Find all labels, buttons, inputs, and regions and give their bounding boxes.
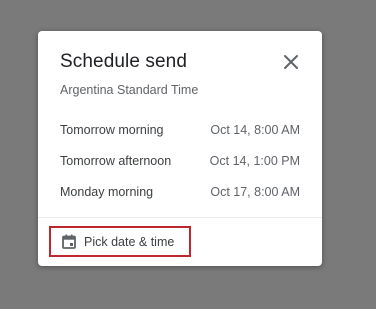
option-datetime: Oct 17, 8:00 AM: [210, 185, 300, 199]
timezone-label: Argentina Standard Time: [60, 83, 199, 97]
option-monday-morning[interactable]: Monday morning Oct 17, 8:00 AM: [38, 177, 322, 207]
pick-date-time-label: Pick date & time: [84, 234, 175, 249]
dialog-title: Schedule send: [60, 51, 188, 72]
divider: [38, 217, 322, 218]
option-datetime: Oct 14, 8:00 AM: [210, 123, 300, 137]
close-icon[interactable]: [282, 53, 300, 71]
option-tomorrow-afternoon[interactable]: Tomorrow afternoon Oct 14, 1:00 PM: [38, 146, 322, 176]
option-label: Tomorrow afternoon: [60, 154, 172, 168]
option-label: Tomorrow morning: [60, 123, 164, 137]
calendar-icon: [62, 234, 76, 249]
option-datetime: Oct 14, 1:00 PM: [209, 154, 300, 168]
option-label: Monday morning: [60, 185, 154, 199]
option-tomorrow-morning[interactable]: Tomorrow morning Oct 14, 8:00 AM: [38, 115, 322, 145]
schedule-send-dialog: Schedule send Argentina Standard Time To…: [38, 31, 322, 266]
pick-date-time-button[interactable]: Pick date & time: [49, 226, 191, 257]
